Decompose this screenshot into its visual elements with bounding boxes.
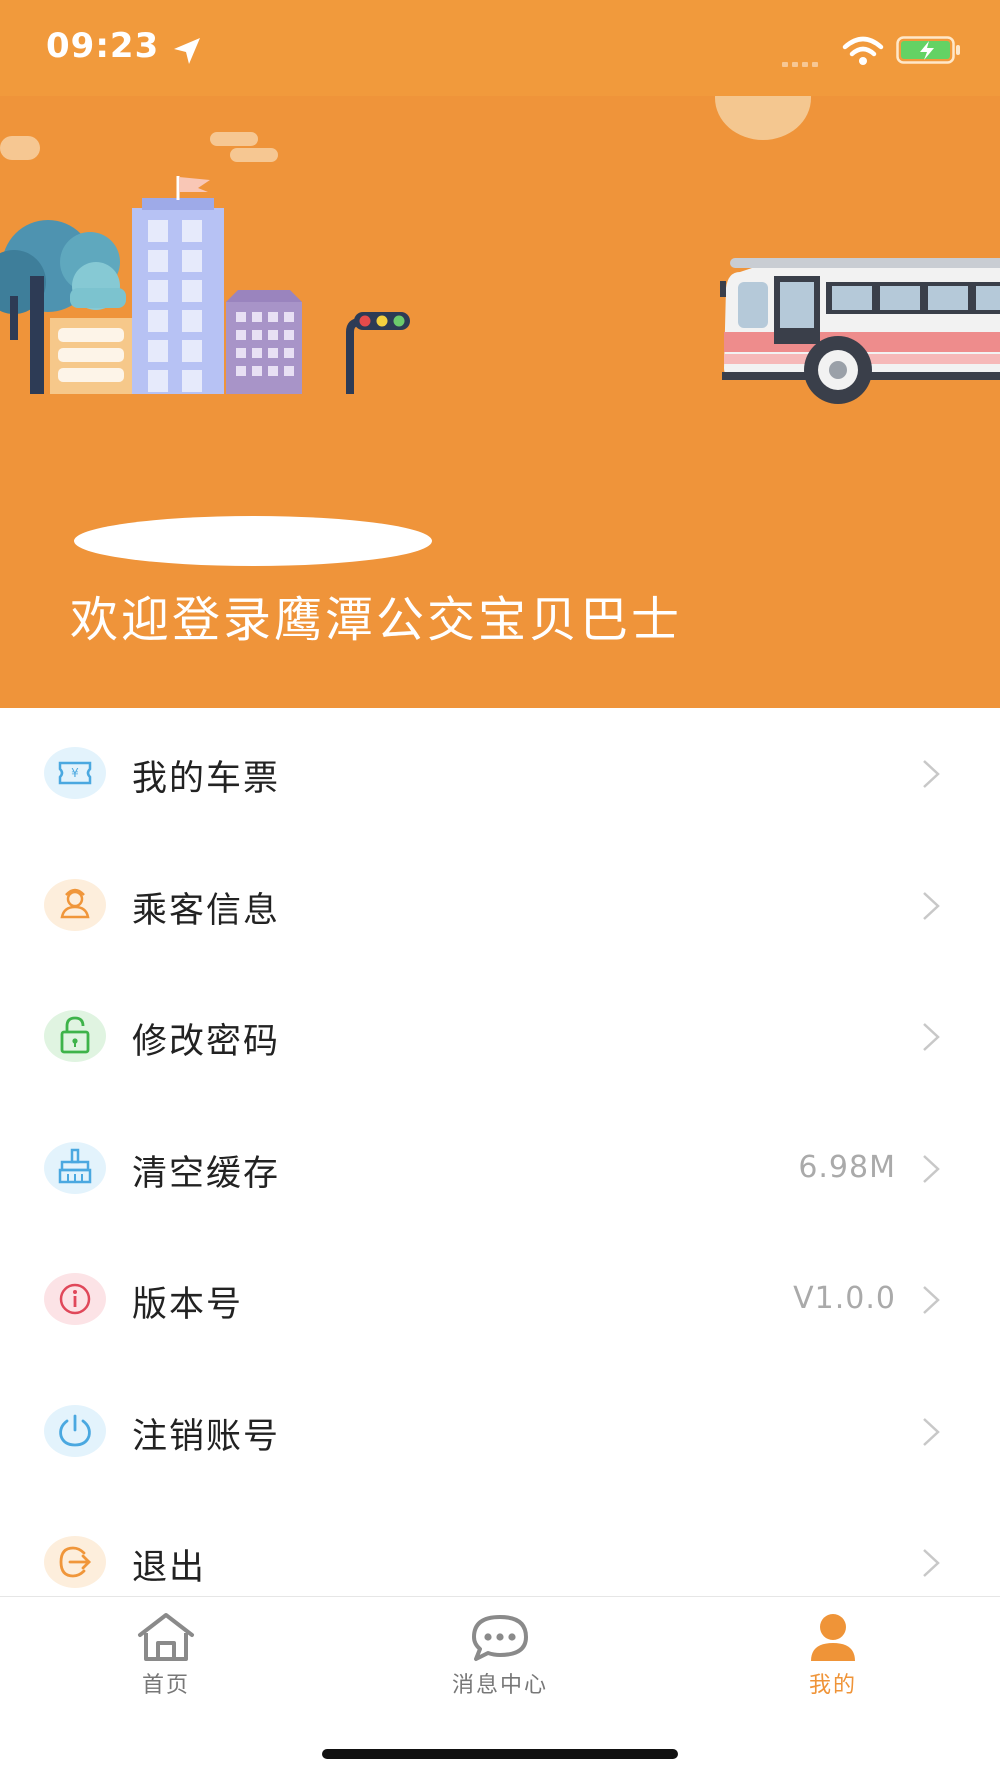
menu-item-version[interactable]: 版本号 V1.0.0 [0,1234,1000,1366]
menu-item-change-password[interactable]: 修改密码 [0,971,1000,1103]
welcome-text: 欢迎登录鹰潭公交宝贝巴士 [70,592,683,648]
chevron-right-icon [923,760,940,788]
tab-label: 消息中心 [451,1673,548,1698]
chevron-right-icon [923,1154,940,1183]
tab-messages[interactable]: 消息中心 [400,1611,600,1711]
tab-mine[interactable]: 我的 [733,1611,933,1711]
cache-size-value: 6.98M [798,1149,896,1185]
battery-icon [896,36,960,64]
settings-menu: ¥ 我的车票 乘客信息 修改密码 清空缓存 6.98M 版本号 V1.0.0 注… [0,708,1000,1629]
location-arrow-icon [174,38,200,64]
tab-label: 我的 [808,1673,857,1698]
redacted-username [74,516,432,566]
chevron-right-icon [923,1417,940,1446]
menu-item-passenger-info[interactable]: 乘客信息 [0,840,1000,972]
chevron-right-icon [923,1023,940,1051]
version-value: V1.0.0 [793,1281,896,1316]
svg-text:¥: ¥ [71,766,79,780]
status-bar: 09:23 [0,0,1000,96]
chevron-right-icon [923,1286,940,1314]
menu-label: 清空缓存 [132,1153,281,1194]
chat-icon [472,1615,528,1661]
status-time: 09:23 [46,26,160,66]
menu-label: 修改密码 [132,1022,281,1062]
cellular-signal-icon [782,52,822,71]
user-icon [811,1614,855,1661]
home-indicator [322,1749,678,1759]
wifi-icon [842,36,884,65]
home-icon [138,1613,194,1661]
tab-home[interactable]: 首页 [66,1611,266,1711]
power-icon [44,1404,106,1457]
bottom-tab-bar: 首页 消息中心 我的 [0,1596,1000,1779]
menu-label: 注销账号 [132,1416,281,1457]
passenger-icon [44,878,106,931]
menu-item-clear-cache[interactable]: 清空缓存 6.98M [0,1103,1000,1235]
unlock-icon [44,1010,106,1062]
info-icon [44,1273,106,1325]
hero-banner: 欢迎登录鹰潭公交宝贝巴士 [0,96,1000,708]
menu-item-delete-account[interactable]: 注销账号 [0,1366,1000,1498]
chevron-right-icon [923,891,940,920]
menu-label: 乘客信息 [132,890,281,931]
ticket-icon: ¥ [44,747,106,799]
menu-label: 退出 [132,1548,207,1588]
menu-label: 版本号 [132,1285,244,1325]
menu-item-my-tickets[interactable]: ¥ 我的车票 [0,708,1000,840]
tab-label: 首页 [141,1673,190,1698]
logout-icon [44,1536,106,1588]
menu-label: 我的车票 [132,759,281,799]
broom-icon [44,1141,106,1194]
chevron-right-icon [923,1549,940,1577]
